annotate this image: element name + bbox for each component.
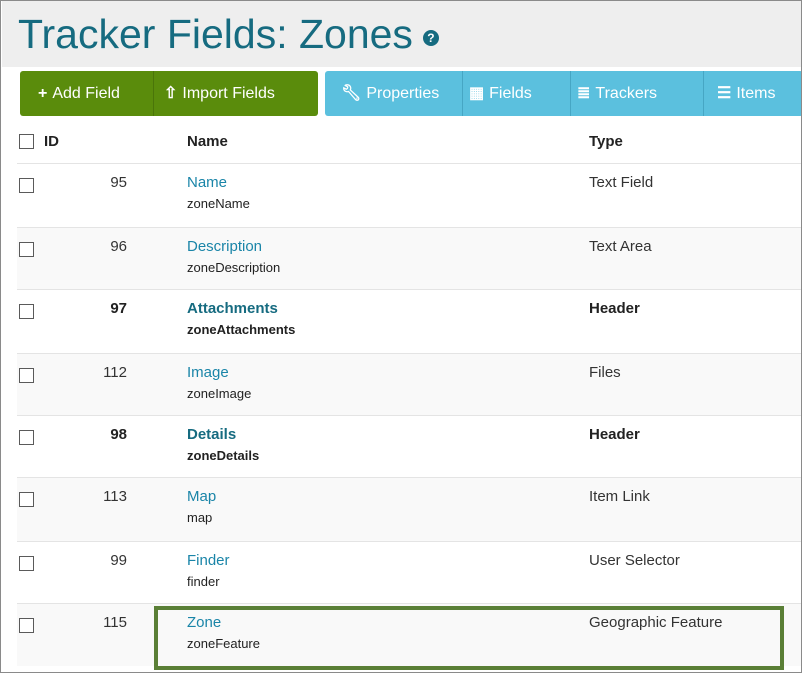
field-name-link[interactable]: Name <box>187 174 589 192</box>
fields-table: ID Name Type 95 Name zoneName Text Field … <box>17 121 801 666</box>
field-permname: zoneFeature <box>187 636 260 651</box>
field-type: Item Link <box>589 488 650 505</box>
field-permname: zoneDetails <box>187 448 260 463</box>
table-row: 99 Finder finder User Selector <box>17 541 801 604</box>
table-row: 97 Attachments zoneAttachments Header <box>17 289 801 354</box>
field-permname: finder <box>187 574 220 589</box>
field-id: 115 <box>103 614 127 631</box>
field-id: 98 <box>110 426 127 443</box>
field-permname: zoneImage <box>187 386 252 401</box>
add-field-label: Add Field <box>52 85 120 102</box>
field-name-link[interactable]: Description <box>187 238 589 256</box>
id-column-header: ID <box>44 133 59 150</box>
divider <box>153 71 154 116</box>
plus-icon: + <box>38 85 48 102</box>
properties-label: Properties <box>366 85 440 102</box>
items-label: Items <box>736 85 776 102</box>
import-fields-button[interactable]: ⇧ Import Fields <box>164 71 275 116</box>
field-name-link[interactable]: Zone <box>187 614 589 632</box>
page-title: Tracker Fields: Zones? <box>18 9 439 59</box>
question-circle-icon[interactable]: ? <box>422 30 439 46</box>
field-type: Header <box>589 300 640 317</box>
row-checkbox[interactable] <box>19 556 34 571</box>
field-name-link[interactable]: Attachments <box>187 300 589 318</box>
table-row: 113 Map map Item Link <box>17 477 801 542</box>
field-type: User Selector <box>589 552 680 569</box>
trackers-label: Trackers <box>595 85 658 102</box>
table-row: 96 Description zoneDescription Text Area <box>17 227 801 290</box>
name-column-header: Name <box>187 133 228 150</box>
wrench-icon: 🔧︎ <box>341 85 362 102</box>
field-permname: zoneAttachments <box>187 322 296 337</box>
field-permname: zoneName <box>187 196 250 211</box>
row-checkbox[interactable] <box>19 242 34 257</box>
field-id: 113 <box>103 488 127 505</box>
table-row: 95 Name zoneName Text Field <box>17 163 801 228</box>
table-row: 115 Zone zoneFeature Geographic Feature <box>17 603 801 666</box>
field-type: Geographic Feature <box>589 614 723 631</box>
select-all-header: ID <box>17 121 187 164</box>
row-checkbox[interactable] <box>19 618 34 633</box>
table-icon: ▦ <box>469 85 485 102</box>
field-id: 112 <box>103 364 127 381</box>
add-field-button[interactable]: + Add Field <box>38 71 120 116</box>
field-name-link[interactable]: Finder <box>187 552 589 570</box>
fields-label: Fields <box>489 85 532 102</box>
field-name-link[interactable]: Image <box>187 364 589 382</box>
field-name-link[interactable]: Details <box>187 426 589 444</box>
import-fields-label: Import Fields <box>182 85 275 102</box>
divider <box>703 71 704 116</box>
field-permname: map <box>187 510 213 525</box>
field-permname: zoneDescription <box>187 260 281 275</box>
table-row: 98 Details zoneDetails Header <box>17 415 801 478</box>
upload-icon: ⇧ <box>164 85 178 102</box>
field-id: 97 <box>110 300 127 317</box>
items-button[interactable]: ☰ Items <box>717 71 775 116</box>
field-name-link[interactable]: Map <box>187 488 589 506</box>
field-id: 99 <box>110 552 127 569</box>
field-type: Text Field <box>589 174 654 191</box>
table-header-row: ID Name Type <box>17 121 801 164</box>
database-icon: ≣ <box>577 85 591 102</box>
field-id: 95 <box>110 174 127 191</box>
field-actions-group: + Add Field ⇧ Import Fields <box>20 71 318 116</box>
fields-button[interactable]: ▦ Fields <box>469 71 532 116</box>
trackers-button[interactable]: ≣ Trackers <box>577 71 657 116</box>
page-title-text: Tracker Fields: Zones <box>18 11 413 57</box>
tracker-nav-group: 🔧︎ Properties ▦ Fields ≣ Trackers ☰ Items <box>325 71 801 116</box>
tracker-fields-panel: Tracker Fields: Zones? + Add Field ⇧ Impor… <box>0 0 802 673</box>
divider <box>570 71 571 116</box>
list-icon: ☰ <box>717 85 732 102</box>
field-type: Text Area <box>589 238 652 255</box>
row-checkbox[interactable] <box>19 430 34 445</box>
field-type: Files <box>589 364 621 381</box>
row-checkbox[interactable] <box>19 492 34 507</box>
field-type: Header <box>589 426 640 443</box>
divider <box>462 71 463 116</box>
select-all-checkbox[interactable] <box>19 134 34 149</box>
fields-table-body: 95 Name zoneName Text Field 96 Descriptio… <box>17 163 801 666</box>
properties-button[interactable]: 🔧︎ Properties <box>341 71 439 116</box>
title-bar: Tracker Fields: Zones? <box>2 1 801 67</box>
type-column-header: Type <box>589 133 623 150</box>
row-checkbox[interactable] <box>19 304 34 319</box>
row-checkbox[interactable] <box>19 178 34 193</box>
row-checkbox[interactable] <box>19 368 34 383</box>
field-id: 96 <box>110 238 127 255</box>
table-row: 112 Image zoneImage Files <box>17 353 801 416</box>
